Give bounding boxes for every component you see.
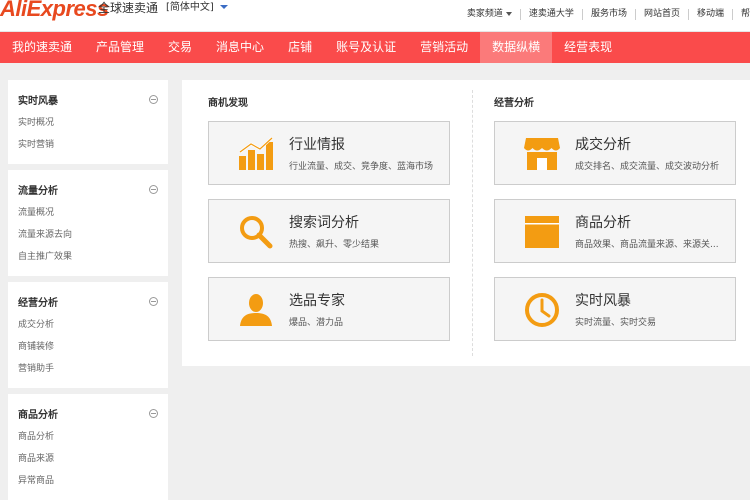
top-link-mobile[interactable]: 移动端 bbox=[689, 9, 733, 20]
sidebar-item[interactable]: 商品分析 bbox=[18, 426, 158, 448]
person-icon bbox=[240, 294, 272, 326]
sidebar-section-title: 商品分析 bbox=[18, 409, 58, 421]
sidebar-item[interactable]: 商品来源 bbox=[18, 448, 158, 470]
nav-item-account[interactable]: 账号及认证 bbox=[324, 32, 408, 63]
storefront-icon bbox=[524, 138, 560, 170]
top-link-home[interactable]: 网站首页 bbox=[636, 9, 689, 20]
card-search-terms[interactable]: 搜索词分析 热搜、飙升、零少结果 bbox=[208, 199, 450, 263]
nav-item-store[interactable]: 店铺 bbox=[276, 32, 324, 63]
sidebar-item[interactable]: 成交分析 bbox=[18, 314, 158, 336]
sidebar-section-title: 实时风暴 bbox=[18, 95, 58, 107]
language-selector[interactable]: [简体中文] bbox=[166, 1, 228, 15]
collapse-icon[interactable] bbox=[149, 94, 158, 104]
top-links: 卖家频道 速卖通大学 服务市场 网站首页 移动端 帮 bbox=[459, 9, 750, 20]
top-link-label: 卖家频道 bbox=[466, 9, 503, 19]
card-title: 选品专家 bbox=[289, 293, 345, 309]
section-title-business: 经营分析 bbox=[494, 98, 534, 109]
top-link-service-market[interactable]: 服务市场 bbox=[583, 9, 636, 20]
sidebar-section-realtime: 实时风暴 实时概况 实时营销 bbox=[8, 80, 168, 170]
card-title: 实时风暴 bbox=[575, 293, 631, 309]
sidebar-item[interactable]: 异常商品 bbox=[18, 470, 158, 492]
collapse-icon[interactable] bbox=[149, 296, 158, 306]
nav-item-data[interactable]: 数据纵横 bbox=[480, 32, 553, 63]
card-description: 爆品、潜力品 bbox=[289, 318, 344, 328]
card-title: 搜索词分析 bbox=[289, 215, 359, 231]
nav-item-performance[interactable]: 经营表现 bbox=[552, 32, 624, 63]
card-description: 商品效果、商品流量来源、来源关... bbox=[575, 240, 719, 250]
card-description: 行业流量、成交、竞争度、蓝海市场 bbox=[289, 162, 434, 172]
sidebar-item[interactable]: 流量来源去向 bbox=[18, 224, 158, 246]
sidebar-section-title: 经营分析 bbox=[18, 297, 58, 309]
sidebar-item[interactable]: 实时概况 bbox=[18, 112, 158, 134]
card-title: 商品分析 bbox=[575, 215, 631, 231]
sidebar-section-product: 商品分析 商品分析 商品来源 异常商品 bbox=[8, 394, 168, 500]
collapse-icon[interactable] bbox=[149, 184, 158, 194]
magnifier-icon bbox=[240, 216, 273, 249]
main-panel: 商机发现 经营分析 行业情报 行业流量、成交、竞争度、蓝海市场 搜索词分析 热搜… bbox=[182, 80, 750, 366]
language-label: [简体中文] bbox=[166, 2, 214, 13]
bar-chart-icon bbox=[239, 137, 273, 170]
sidebar-section-header[interactable]: 流量分析 bbox=[18, 180, 158, 198]
nav-item-marketing[interactable]: 营销活动 bbox=[408, 32, 480, 63]
sidebar-section-header[interactable]: 经营分析 bbox=[18, 292, 158, 310]
sidebar-section-business: 经营分析 成交分析 商铺装修 营销助手 bbox=[8, 282, 168, 394]
chevron-down-icon bbox=[505, 11, 512, 16]
card-product-expert[interactable]: 选品专家 爆品、潜力品 bbox=[208, 277, 450, 341]
top-link-seller-channel[interactable]: 卖家频道 bbox=[459, 9, 521, 20]
sidebar: 实时风暴 实时概况 实时营销 流量分析 流量概况 流量来源去向 自主推广效果 经… bbox=[8, 80, 168, 500]
sidebar-section-header[interactable]: 商品分析 bbox=[18, 404, 158, 422]
sidebar-item[interactable]: 自主推广效果 bbox=[18, 246, 158, 268]
card-transaction-analysis[interactable]: 成交分析 成交排名、成交流量、成交波动分析 bbox=[494, 121, 736, 185]
card-product-analysis[interactable]: 商品分析 商品效果、商品流量来源、来源关... bbox=[494, 199, 736, 263]
nav-item-trade[interactable]: 交易 bbox=[156, 32, 204, 63]
section-title-opportunity: 商机发现 bbox=[208, 98, 248, 109]
top-bar: AliExpress 全球速卖通 [简体中文] 卖家频道 速卖通大学 服务市场 … bbox=[0, 0, 750, 32]
window-icon bbox=[525, 216, 559, 248]
nav-item-messages[interactable]: 消息中心 bbox=[204, 32, 276, 63]
sidebar-item[interactable]: 实时营销 bbox=[18, 134, 158, 156]
card-realtime-storm[interactable]: 实时风暴 实时流量、实时交易 bbox=[494, 277, 736, 341]
main-nav: 我的速卖通 产品管理 交易 消息中心 店铺 账号及认证 营销活动 数据纵横 经营… bbox=[0, 32, 750, 63]
collapse-icon[interactable] bbox=[149, 408, 158, 418]
card-description: 实时流量、实时交易 bbox=[575, 318, 657, 328]
clock-icon bbox=[525, 293, 559, 327]
card-description: 成交排名、成交流量、成交波动分析 bbox=[575, 162, 720, 172]
nav-item-products[interactable]: 产品管理 bbox=[84, 32, 156, 63]
sidebar-item[interactable]: 商铺装修 bbox=[18, 336, 158, 358]
sidebar-section-title: 流量分析 bbox=[18, 185, 58, 197]
column-divider bbox=[472, 90, 473, 356]
nav-item-my-aliexpress[interactable]: 我的速卖通 bbox=[0, 32, 84, 63]
card-title: 成交分析 bbox=[575, 137, 631, 153]
card-description: 热搜、飙升、零少结果 bbox=[289, 240, 380, 250]
sidebar-section-header[interactable]: 实时风暴 bbox=[18, 90, 158, 108]
sidebar-item[interactable]: 流量概况 bbox=[18, 202, 158, 224]
top-link-help[interactable]: 帮 bbox=[733, 9, 750, 20]
card-industry-intel[interactable]: 行业情报 行业流量、成交、竞争度、蓝海市场 bbox=[208, 121, 450, 185]
top-link-university[interactable]: 速卖通大学 bbox=[521, 9, 583, 20]
logo-subtitle: 全球速卖通 bbox=[98, 1, 159, 15]
chevron-down-icon bbox=[219, 5, 228, 9]
card-title: 行业情报 bbox=[289, 137, 345, 153]
aliexpress-logo[interactable]: AliExpress bbox=[0, 0, 109, 20]
sidebar-item[interactable]: 营销助手 bbox=[18, 358, 158, 380]
sidebar-section-traffic: 流量分析 流量概况 流量来源去向 自主推广效果 bbox=[8, 170, 168, 282]
